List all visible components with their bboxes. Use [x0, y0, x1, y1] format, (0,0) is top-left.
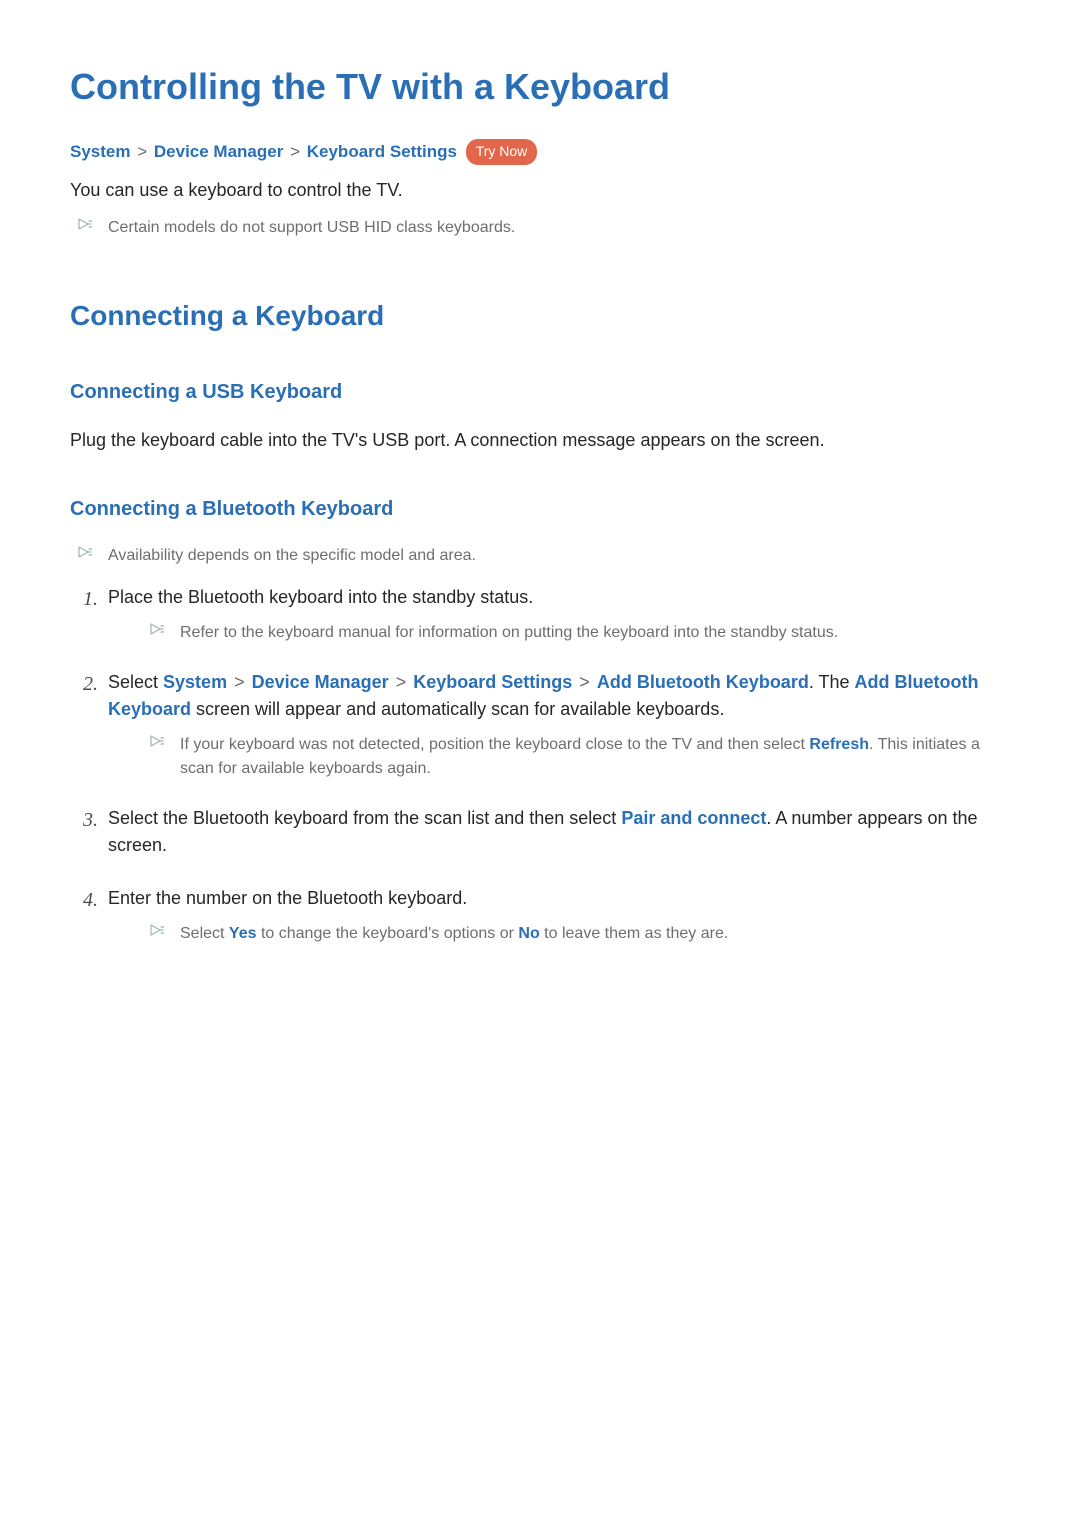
intro-text: You can use a keyboard to control the TV…	[70, 177, 1010, 204]
bc-device-manager: Device Manager	[252, 672, 389, 692]
bc-keyboard-settings: Keyboard Settings	[413, 672, 572, 692]
step3-before: Select the Bluetooth keyboard from the s…	[108, 808, 621, 828]
note-icon	[150, 735, 164, 751]
usb-body: Plug the keyboard cable into the TV's US…	[70, 427, 1010, 454]
step-number: 1.	[70, 584, 98, 614]
note-after: to leave them as they are.	[540, 925, 729, 942]
breadcrumb-separator: >	[290, 142, 300, 161]
note-icon	[78, 546, 92, 562]
list-item: 4. Enter the number on the Bluetooth key…	[70, 885, 1010, 954]
no-label: No	[518, 925, 539, 942]
step-body: Place the Bluetooth keyboard into the st…	[108, 584, 1010, 653]
pair-and-connect-label: Pair and connect	[621, 808, 766, 828]
note-row: Availability depends on the specific mod…	[78, 544, 1010, 568]
breadcrumb-system: System	[70, 142, 130, 161]
step-note: Select Yes to change the keyboard's opti…	[180, 922, 1010, 946]
try-now-badge: Try Now	[466, 139, 538, 165]
breadcrumb: System > Device Manager > Keyboard Setti…	[70, 139, 1010, 165]
page-title: Controlling the TV with a Keyboard	[70, 60, 1010, 114]
note-availability: Availability depends on the specific mod…	[108, 544, 1010, 568]
step-number: 2.	[70, 669, 98, 699]
note-icon	[78, 218, 92, 234]
step2-mid2: screen will appear and automatically sca…	[191, 699, 724, 719]
list-item: 3. Select the Bluetooth keyboard from th…	[70, 805, 1010, 869]
step2-prefix: Select	[108, 672, 163, 692]
step-text: Select System > Device Manager > Keyboar…	[108, 669, 1010, 723]
sub-title-usb: Connecting a USB Keyboard	[70, 377, 1010, 407]
step-body: Select System > Device Manager > Keyboar…	[108, 669, 1010, 789]
breadcrumb-separator: >	[396, 672, 407, 692]
note-row: Select Yes to change the keyboard's opti…	[150, 922, 1010, 946]
note-icon	[150, 623, 164, 639]
refresh-label: Refresh	[809, 736, 869, 753]
step-text: Enter the number on the Bluetooth keyboa…	[108, 885, 1010, 912]
step-note: If your keyboard was not detected, posit…	[180, 733, 1010, 781]
step-note: Refer to the keyboard manual for informa…	[180, 621, 1010, 645]
step-body: Enter the number on the Bluetooth keyboa…	[108, 885, 1010, 954]
breadcrumb-device-manager: Device Manager	[154, 142, 283, 161]
note-row: Refer to the keyboard manual for informa…	[150, 621, 1010, 645]
list-item: 2. Select System > Device Manager > Keyb…	[70, 669, 1010, 789]
note-mid: to change the keyboard's options or	[257, 925, 519, 942]
sub-title-bluetooth: Connecting a Bluetooth Keyboard	[70, 494, 1010, 524]
list-item: 1. Place the Bluetooth keyboard into the…	[70, 584, 1010, 653]
page: Controlling the TV with a Keyboard Syste…	[0, 0, 1080, 1527]
step-text: Select the Bluetooth keyboard from the s…	[108, 805, 1010, 859]
yes-label: Yes	[229, 925, 257, 942]
step-number: 4.	[70, 885, 98, 915]
breadcrumb-separator: >	[234, 672, 245, 692]
section-title: Connecting a Keyboard	[70, 295, 1010, 337]
note-row: If your keyboard was not detected, posit…	[150, 733, 1010, 781]
note-icon	[150, 924, 164, 940]
breadcrumb-separator: >	[579, 672, 590, 692]
note-before: If your keyboard was not detected, posit…	[180, 736, 809, 753]
step-text: Place the Bluetooth keyboard into the st…	[108, 584, 1010, 611]
intro-note: Certain models do not support USB HID cl…	[108, 216, 1010, 240]
step-number: 3.	[70, 805, 98, 835]
breadcrumb-separator: >	[137, 142, 147, 161]
step-body: Select the Bluetooth keyboard from the s…	[108, 805, 1010, 869]
note-row: Certain models do not support USB HID cl…	[78, 216, 1010, 240]
bc-add-bluetooth: Add Bluetooth Keyboard	[597, 672, 809, 692]
step2-mid1: . The	[809, 672, 855, 692]
note-before: Select	[180, 925, 229, 942]
bc-system: System	[163, 672, 227, 692]
breadcrumb-keyboard-settings: Keyboard Settings	[307, 142, 457, 161]
